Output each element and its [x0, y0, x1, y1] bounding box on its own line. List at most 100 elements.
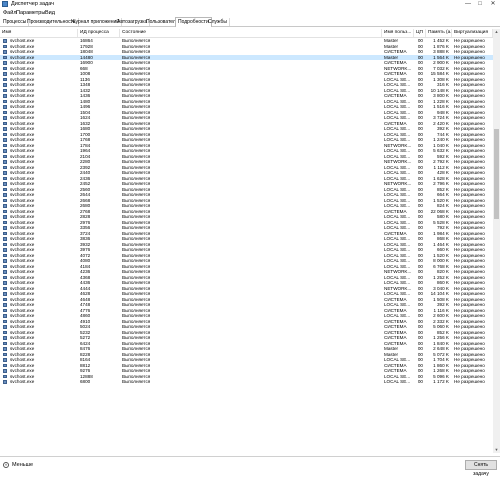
column-header-virtualization[interactable]: Виртуализация [452, 29, 493, 37]
process-icon [3, 204, 7, 208]
process-icon [3, 149, 7, 153]
process-icon [3, 138, 7, 142]
column-header-cpu[interactable]: ЦП [414, 29, 426, 37]
process-icon [3, 231, 7, 235]
process-icon [3, 165, 7, 169]
process-icon [3, 176, 7, 180]
process-user: LOCAL SE... [384, 379, 411, 384]
process-icon [3, 297, 7, 301]
less-details-button[interactable]: ˄ Меньше [3, 461, 33, 469]
process-status: Выполняется [122, 379, 151, 384]
process-icon [3, 347, 7, 351]
process-icon [3, 55, 7, 59]
vertical-scrollbar[interactable]: ▲ ▼ [493, 29, 500, 453]
column-header-name[interactable]: Имя [0, 29, 78, 37]
process-icon [3, 50, 7, 54]
process-icon [3, 83, 7, 87]
process-icon [3, 193, 7, 197]
process-icon [3, 154, 7, 158]
scroll-down-arrow-icon[interactable]: ▼ [493, 447, 500, 453]
menu-file[interactable]: Файл [3, 9, 17, 18]
process-icon [3, 187, 7, 191]
process-icon [3, 292, 7, 296]
process-icon [3, 248, 7, 252]
tab-services[interactable]: Службы [206, 18, 230, 26]
process-icon [3, 325, 7, 329]
process-virtualization: Не разрешено [454, 379, 485, 384]
process-icon [3, 358, 7, 362]
process-icon [3, 121, 7, 125]
window-title: Диспетчер задач [11, 1, 55, 7]
process-icon [3, 330, 7, 334]
process-icon [3, 215, 7, 219]
process-icon [3, 220, 7, 224]
process-memory: 1 172 K [433, 379, 449, 384]
table-header: Имя ИД процесса Состояние Имя польз... Ц… [0, 29, 493, 38]
process-icon [3, 319, 7, 323]
column-header-pid[interactable]: ИД процесса [78, 29, 120, 37]
process-icon [3, 72, 7, 76]
menu-bar: Файл Параметры Вид [0, 9, 500, 18]
process-icon [3, 275, 7, 279]
process-icon [3, 132, 7, 136]
process-icon [3, 143, 7, 147]
table-row[interactable]: svchost.exe 6800 Выполняется LOCAL SE... 00 1… [0, 379, 493, 385]
process-list: svchost.exe 16864 Выполняется Master 00 1 452… [0, 38, 493, 453]
process-icon [3, 270, 7, 274]
process-icon [3, 281, 7, 285]
process-icon [3, 198, 7, 202]
tab-bar: Процессы Производительность Журнал прило… [0, 17, 500, 27]
chevron-up-icon: ˄ [3, 462, 9, 468]
process-icon [3, 352, 7, 356]
menu-view[interactable]: Вид [45, 9, 55, 18]
process-icon [3, 66, 7, 70]
task-manager-icon [2, 1, 8, 7]
process-icon [3, 242, 7, 246]
process-icon [3, 127, 7, 131]
process-icon [3, 182, 7, 186]
end-task-button[interactable]: Снять задачу [465, 460, 497, 477]
process-icon [3, 237, 7, 241]
process-icon [3, 88, 7, 92]
process-pid: 6800 [80, 379, 91, 384]
maximize-button[interactable]: □ [475, 0, 485, 8]
process-icon [3, 259, 7, 263]
process-icon [3, 363, 7, 367]
scroll-up-arrow-icon[interactable]: ▲ [493, 29, 500, 35]
process-icon [3, 341, 7, 345]
process-icon [3, 39, 7, 43]
title-bar: Диспетчер задач — □ ✕ [0, 0, 500, 9]
process-icon [3, 61, 7, 65]
process-icon [3, 380, 7, 384]
process-cpu: 00 [417, 379, 423, 384]
process-icon [3, 94, 7, 98]
process-icon [3, 160, 7, 164]
scrollbar-thumb[interactable] [494, 129, 499, 219]
process-icon [3, 77, 7, 81]
process-icon [3, 209, 7, 213]
process-icon [3, 105, 7, 109]
process-icon [3, 264, 7, 268]
column-header-user[interactable]: Имя польз... [382, 29, 414, 37]
process-icon [3, 336, 7, 340]
process-icon [3, 110, 7, 114]
process-icon [3, 286, 7, 290]
column-header-status[interactable]: Состояние [120, 29, 382, 37]
process-icon [3, 99, 7, 103]
process-icon [3, 116, 7, 120]
process-icon [3, 226, 7, 230]
footer-bar: ˄ Меньше Снять задачу [0, 456, 500, 477]
process-icon [3, 374, 7, 378]
close-button[interactable]: ✕ [488, 0, 498, 8]
process-icon [3, 308, 7, 312]
less-details-label: Меньше [12, 462, 34, 468]
column-header-memory[interactable]: Память (а... [426, 29, 452, 37]
process-icon [3, 369, 7, 373]
minimize-button[interactable]: — [463, 0, 473, 8]
process-icon [3, 314, 7, 318]
process-name: svchost.exe [10, 379, 35, 384]
menu-options[interactable]: Параметры [16, 9, 45, 18]
process-icon [3, 44, 7, 48]
process-icon [3, 171, 7, 175]
process-icon [3, 303, 7, 307]
